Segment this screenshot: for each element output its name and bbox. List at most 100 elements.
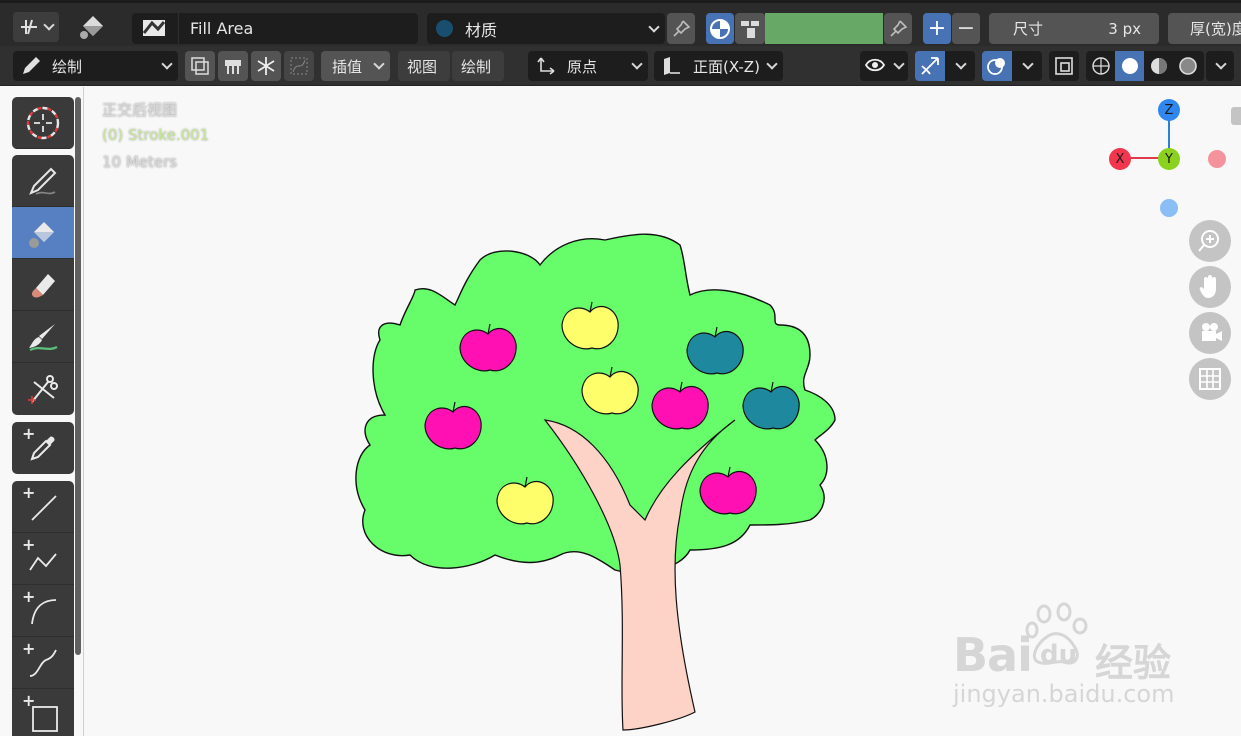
interpolate-dropdown[interactable]: 插值: [321, 51, 390, 81]
gizmo-dropdown[interactable]: [945, 51, 975, 81]
pin-color-button[interactable]: [884, 13, 912, 44]
zoom-button[interactable]: [1189, 220, 1231, 262]
line-tool[interactable]: +: [12, 481, 74, 533]
y-axis-handle[interactable]: Y: [1158, 148, 1180, 170]
front-view-label: 正面(X-Z): [693, 57, 760, 76]
neg-x-axis-handle[interactable]: [1208, 150, 1226, 168]
plus-icon: +: [22, 587, 36, 606]
mode-label: 绘制: [52, 57, 83, 76]
brush-size-field[interactable]: 尺寸 3 px: [989, 13, 1159, 44]
zoom-icon: [1198, 230, 1219, 252]
rendered-shading-button[interactable]: [1173, 51, 1202, 81]
subtract-mode-button[interactable]: −: [952, 13, 980, 44]
curve-icon: [289, 56, 309, 76]
stroke-mode-toggle[interactable]: [706, 13, 734, 44]
fill-color-swatch[interactable]: [765, 13, 883, 44]
fill-tool[interactable]: [12, 207, 74, 259]
draw-tools-group: [12, 155, 74, 415]
chevron-down-icon: [1215, 58, 1227, 70]
viewport-header: 绘制 插值 视图 绘制 原点 正面(X-Z): [0, 46, 1241, 86]
visibility-dropdown[interactable]: [860, 51, 908, 81]
neg-z-axis-handle[interactable]: [1160, 199, 1178, 217]
pin-material-button[interactable]: [667, 13, 695, 44]
cursor-tool-group: [12, 97, 74, 149]
tint-tool[interactable]: [12, 311, 74, 363]
view-menu[interactable]: 视图: [398, 51, 450, 81]
mode-switch-button[interactable]: [13, 12, 59, 42]
material-shading-button[interactable]: [1144, 51, 1173, 81]
shading-dropdown[interactable]: [1206, 51, 1234, 81]
curve-edit-button[interactable]: [284, 51, 314, 81]
size-value: 3 px: [1108, 19, 1141, 38]
x-axis-label: X: [1115, 151, 1125, 167]
eyedropper-tool[interactable]: +: [12, 422, 74, 474]
vertex-color-mode-button[interactable]: [735, 13, 765, 44]
plus-icon: +: [22, 535, 36, 554]
polyline-tool[interactable]: +: [12, 533, 74, 585]
gizmo-toggle[interactable]: [915, 51, 945, 81]
draw-tool[interactable]: [12, 155, 74, 207]
chevron-down-icon: [1022, 58, 1034, 70]
plus-icon: +: [927, 15, 947, 41]
fill-area-label: Fill Area: [190, 19, 254, 38]
origin-dropdown[interactable]: 原点: [528, 51, 648, 81]
thickness-label: 厚(宽)度: [1190, 20, 1241, 38]
overlay-toggle[interactable]: [982, 51, 1012, 81]
fill-area-field[interactable]: Fill Area: [132, 13, 418, 44]
thickness-field[interactable]: 厚(宽)度: [1168, 13, 1241, 44]
origin-axis-icon: [534, 55, 556, 77]
minus-icon: −: [956, 15, 976, 41]
view-name: 正交后视图: [102, 101, 178, 119]
pin-icon: [888, 19, 908, 39]
cursor-tool[interactable]: [12, 97, 74, 149]
cursor-icon: [26, 106, 60, 139]
overlay-dropdown[interactable]: [1012, 51, 1042, 81]
ortho-toggle-button[interactable]: [1189, 358, 1231, 400]
toolbar-scrollbar[interactable]: [75, 97, 81, 655]
scissors-icon: [28, 375, 58, 404]
gizmo-arrow-icon: [919, 55, 941, 77]
pan-button[interactable]: [1189, 266, 1231, 308]
curve-tool[interactable]: +: [12, 637, 74, 689]
sidebar-toggle[interactable]: [1231, 107, 1241, 125]
plus-icon: +: [22, 639, 36, 658]
camera-view-button[interactable]: [1189, 312, 1231, 354]
xray-toggle[interactable]: [1049, 51, 1079, 81]
fill-bucket-icon[interactable]: [76, 11, 110, 43]
wireframe-shading-button[interactable]: [1086, 51, 1115, 81]
auto-merge-button[interactable]: [218, 51, 248, 81]
x-axis-handle[interactable]: X: [1109, 148, 1131, 170]
draw-menu[interactable]: 绘制: [452, 51, 504, 81]
multiframe-button[interactable]: [185, 51, 215, 81]
camera-icon: [1202, 323, 1222, 341]
view-label: 视图: [407, 57, 438, 76]
fill-bucket-icon: [29, 221, 54, 248]
interpolate-label: 插值: [332, 57, 363, 76]
blender-window: Fill Area 材质 + − 尺寸 3 px 厚(宽)度 绘制 插值 视图 …: [0, 0, 1241, 736]
chevron-down-icon: [893, 58, 905, 70]
erase-tool[interactable]: [12, 259, 74, 311]
material-sphere-icon: [1150, 58, 1167, 74]
grease-pencil-mode-icon: [18, 16, 40, 38]
material-color-swatch: [436, 20, 453, 37]
primitive-tools-group: + + + + +: [12, 481, 74, 736]
material-selector[interactable]: 材质: [427, 13, 665, 44]
box-tool[interactable]: +: [12, 689, 74, 736]
drawing-plane-dropdown[interactable]: 正面(X-Z): [654, 51, 783, 81]
plus-icon: +: [22, 691, 36, 710]
cutter-tool[interactable]: [12, 363, 74, 415]
solid-shading-button[interactable]: [1115, 51, 1144, 81]
eye-icon: [864, 55, 886, 77]
rendered-sphere-icon: [1178, 57, 1197, 75]
eyedropper-tool-group: +: [12, 422, 74, 474]
active-object-name: (0) Stroke.001: [102, 126, 210, 144]
tree-drawing: [355, 233, 836, 731]
multiframe-icon: [190, 56, 210, 76]
draw-mode-dropdown[interactable]: 绘制: [13, 51, 178, 81]
add-mode-button[interactable]: +: [923, 13, 951, 44]
freeze-button[interactable]: [251, 51, 281, 81]
arc-tool[interactable]: +: [12, 585, 74, 637]
chevron-down-icon: [955, 58, 967, 70]
z-axis-handle[interactable]: Z: [1158, 99, 1180, 121]
xray-icon: [1053, 55, 1075, 77]
